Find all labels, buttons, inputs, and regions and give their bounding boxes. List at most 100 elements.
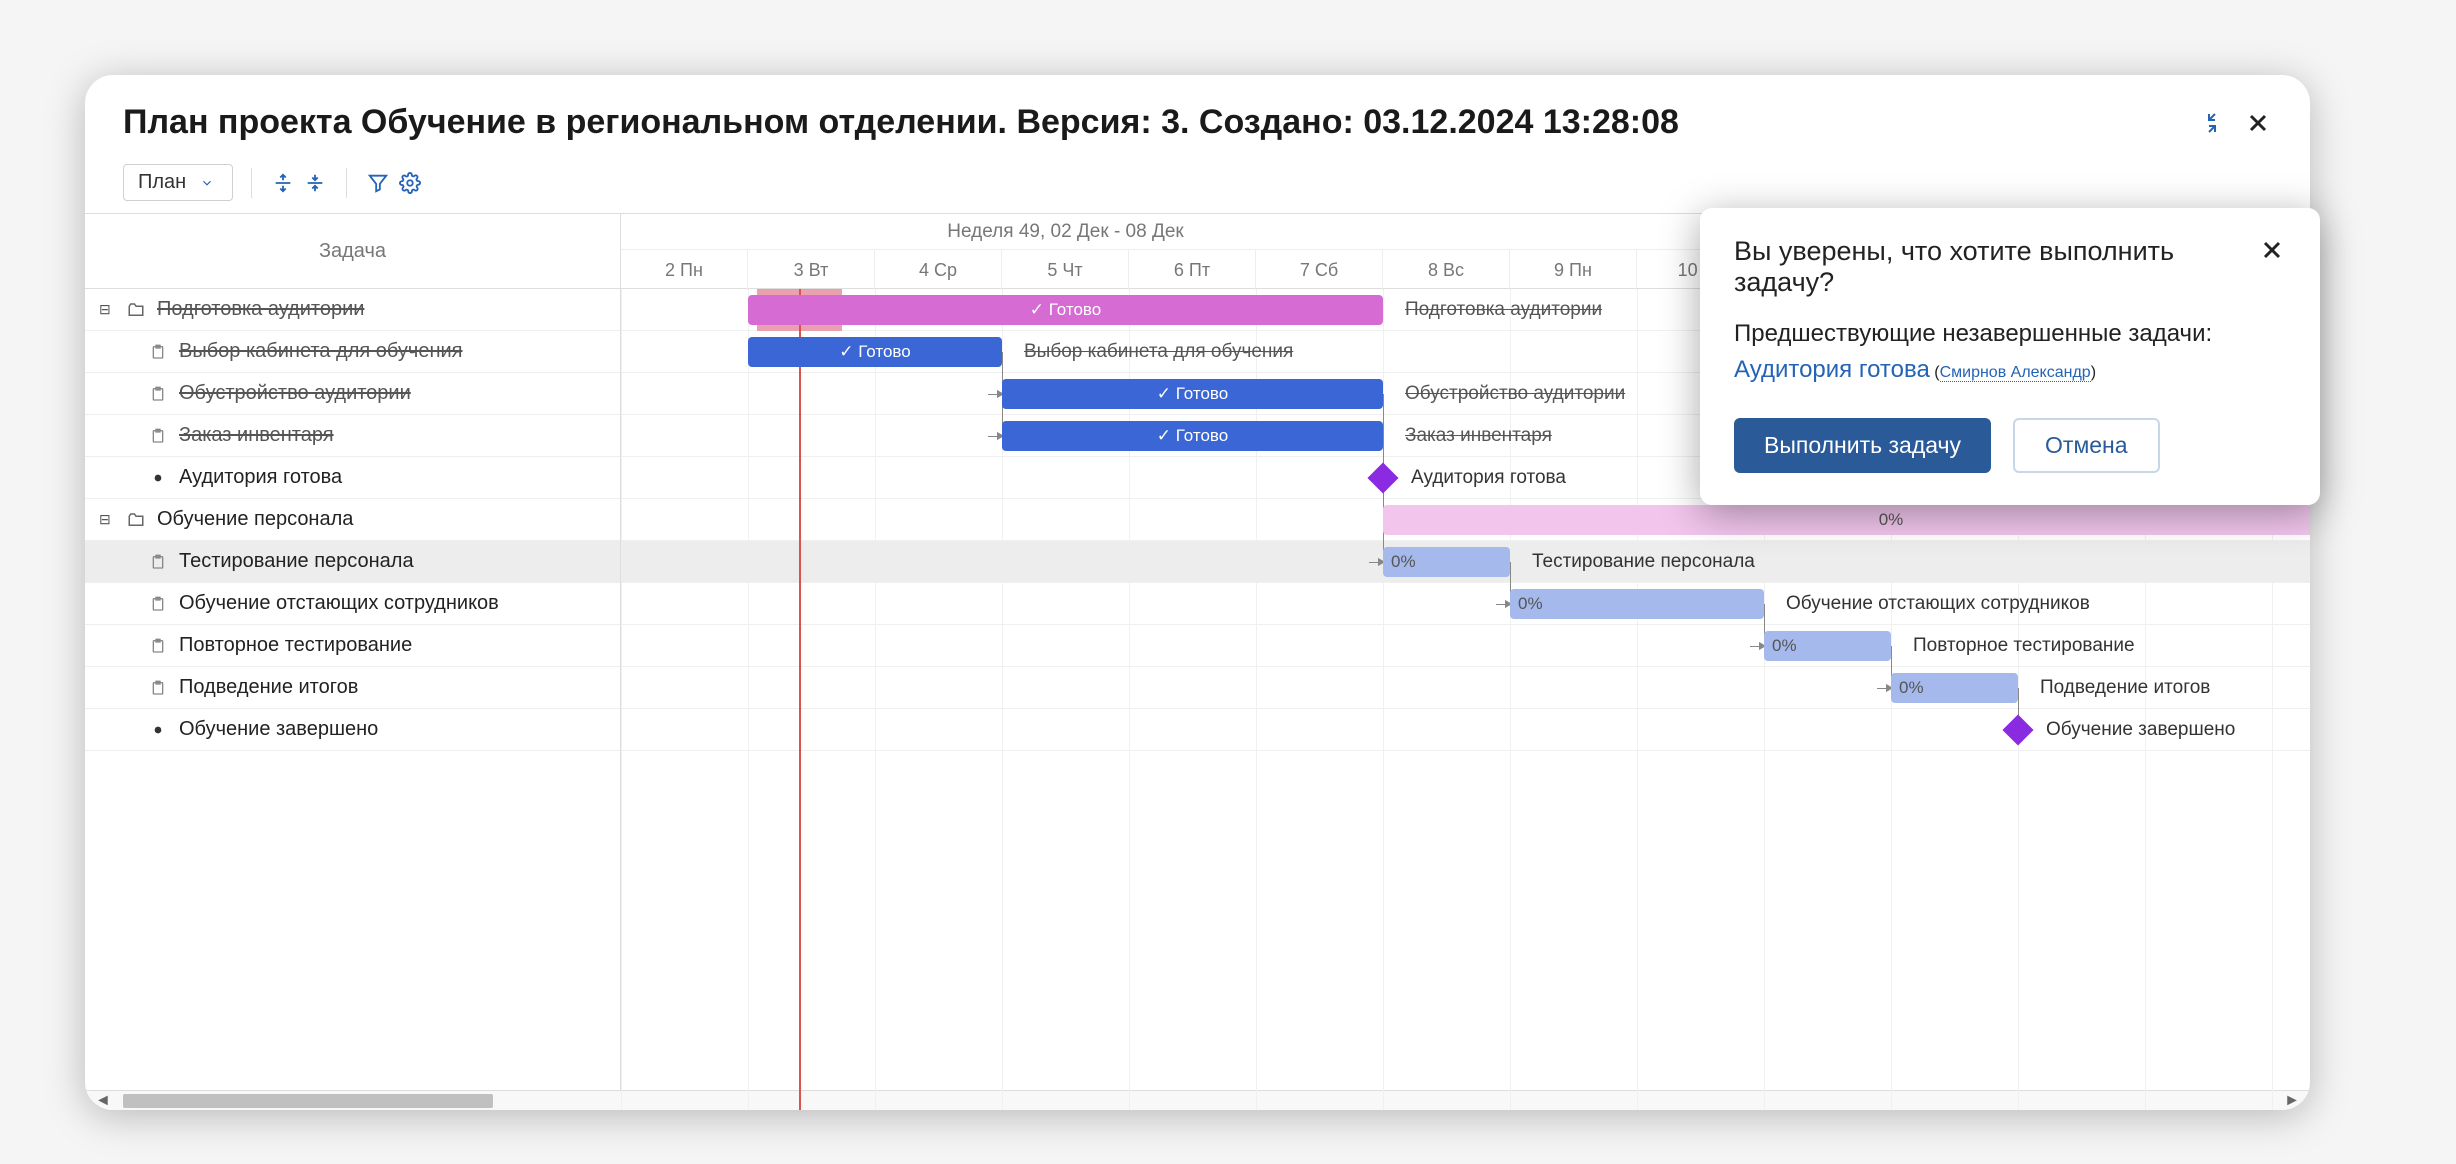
day-cell: 4 Ср: [875, 250, 1002, 290]
task-icon: [147, 679, 169, 697]
assignee-link[interactable]: Смирнов Александр: [1940, 364, 2091, 382]
task-row[interactable]: Обучение отстающих сотрудников: [85, 583, 620, 625]
task-name: Подготовка аудитории: [157, 298, 364, 321]
day-cell: 6 Пт: [1129, 250, 1256, 290]
timeline-row: Обучение завершено: [621, 709, 2310, 751]
task-icon: [147, 637, 169, 655]
window-title: План проекта Обучение в региональном отд…: [123, 103, 2200, 142]
day-cell: 3 Вт: [748, 250, 875, 290]
task-row[interactable]: Повторное тестирование: [85, 625, 620, 667]
gantt-bar[interactable]: ✓ ГотовоОбустройство аудитории: [1002, 379, 1383, 409]
task-name: Обустройство аудитории: [179, 382, 411, 405]
day-cell: 9 Пн: [1510, 250, 1637, 290]
bar-label: Обучение отстающих сотрудников: [1786, 593, 2090, 615]
confirm-button[interactable]: Выполнить задачу: [1734, 418, 1991, 473]
bar-text: ✓ Готово: [839, 342, 910, 362]
bar-text: ✓ Готово: [1157, 426, 1228, 446]
close-icon[interactable]: [2244, 109, 2272, 137]
day-cell: 5 Чт: [1002, 250, 1129, 290]
task-icon: [147, 427, 169, 445]
toolbar: План: [85, 158, 2310, 213]
chevron-down-icon: [200, 176, 214, 190]
milestone-marker[interactable]: [1367, 462, 1398, 493]
task-row[interactable]: Выбор кабинета для обучения: [85, 331, 620, 373]
week-label: Неделя 49, 02 Дек - 08 Дек: [621, 221, 1510, 243]
bar-text: ✓ Готово: [1030, 300, 1101, 320]
bar-text: 0%: [1391, 552, 1416, 572]
timeline-row: 0%Обучение персонала: [621, 499, 2310, 541]
collapse-toggle-icon[interactable]: ⊟: [99, 301, 119, 318]
task-row[interactable]: Обустройство аудитории: [85, 373, 620, 415]
task-name: Обучение персонала: [157, 508, 353, 531]
cancel-button[interactable]: Отмена: [2013, 418, 2160, 473]
view-dropdown[interactable]: План: [123, 164, 233, 201]
bar-label: Заказ инвентаря: [1405, 425, 1552, 447]
filter-icon[interactable]: [365, 170, 391, 196]
gantt-bar[interactable]: 0%Подведение итогов: [1891, 673, 2018, 703]
task-row[interactable]: Заказ инвентаря: [85, 415, 620, 457]
task-icon: [147, 343, 169, 361]
bar-text: 0%: [1879, 510, 1904, 530]
day-cell: 8 Вс: [1383, 250, 1510, 290]
task-row[interactable]: Тестирование персонала: [85, 541, 620, 583]
pending-task-link[interactable]: Аудитория готова: [1734, 356, 1930, 383]
task-row[interactable]: Аудитория готова: [85, 457, 620, 499]
gantt-bar[interactable]: ✓ ГотовоПодготовка аудитории: [748, 295, 1383, 325]
bar-text: 0%: [1899, 678, 1924, 698]
gantt-bar[interactable]: ✓ ГотовоВыбор кабинета для обучения: [748, 337, 1002, 367]
collapse-toggle-icon[interactable]: ⊟: [99, 511, 119, 528]
timeline-row: 0% Подведение итогов: [621, 667, 2310, 709]
bar-label: Выбор кабинета для обучения: [1024, 341, 1293, 363]
bar-label: Подведение итогов: [2040, 677, 2210, 699]
task-name: Заказ инвентаря: [179, 424, 334, 447]
timeline-row: 0% Обучение отстающих сотрудников: [621, 583, 2310, 625]
bar-label: Обучение завершено: [2046, 719, 2235, 741]
bar-label: Повторное тестирование: [1913, 635, 2135, 657]
gantt-bar[interactable]: 0%Обучение отстающих сотрудников: [1510, 589, 1764, 619]
day-cell: 7 Сб: [1256, 250, 1383, 290]
task-name: Тестирование персонала: [179, 550, 414, 573]
divider: [251, 168, 252, 198]
task-row[interactable]: ⊟ Обучение персонала: [85, 499, 620, 541]
gantt-bar[interactable]: 0%Обучение персонала: [1383, 505, 2310, 535]
task-row[interactable]: Обучение завершено: [85, 709, 620, 751]
task-row[interactable]: ⊟ Подготовка аудитории: [85, 289, 620, 331]
bar-text: ✓ Готово: [1157, 384, 1228, 404]
task-column-header: Задача: [85, 213, 620, 289]
task-name: Обучение отстающих сотрудников: [179, 592, 499, 615]
bar-label: Тестирование персонала: [1532, 551, 1755, 573]
bar-text: 0%: [1518, 594, 1543, 614]
task-row[interactable]: Подведение итогов: [85, 667, 620, 709]
bar-text: 0%: [1772, 636, 1797, 656]
day-cell: 2 Пн: [621, 250, 748, 290]
divider: [346, 168, 347, 198]
task-icon: [147, 595, 169, 613]
scroll-thumb[interactable]: [123, 1094, 493, 1108]
bar-label: Обустройство аудитории: [1405, 383, 1625, 405]
gear-icon[interactable]: [397, 170, 423, 196]
window-actions: [2200, 109, 2272, 137]
collapse-icon[interactable]: [2200, 111, 2224, 135]
gantt-bar[interactable]: 0%Тестирование персонала: [1383, 547, 1510, 577]
dialog-title: Вы уверены, что хотите выполнить задачу?: [1734, 236, 2258, 298]
task-name: Выбор кабинета для обучения: [179, 340, 463, 363]
task-name: Аудитория готова: [179, 466, 342, 489]
milestone-marker[interactable]: [2002, 714, 2033, 745]
task-name: Повторное тестирование: [179, 634, 412, 657]
dialog-subtitle: Предшествующие незавершенные задачи:: [1734, 320, 2286, 348]
gantt-bar[interactable]: ✓ ГотовоЗаказ инвентаря: [1002, 421, 1383, 451]
expand-all-icon[interactable]: [270, 170, 296, 196]
dialog-close-icon[interactable]: [2258, 236, 2286, 264]
timeline-row: 0% Повторное тестирование: [621, 625, 2310, 667]
timeline-row: 0% Тестирование персонала: [621, 541, 2310, 583]
task-icon: [147, 385, 169, 403]
view-dropdown-label: План: [138, 171, 186, 194]
confirm-dialog: Вы уверены, что хотите выполнить задачу?…: [1700, 208, 2320, 505]
scroll-left-icon[interactable]: ◄: [95, 1092, 111, 1110]
folder-icon: [125, 511, 147, 529]
bar-label: Подготовка аудитории: [1405, 299, 1602, 321]
gantt-bar[interactable]: 0%Повторное тестирование: [1764, 631, 1891, 661]
window-header: План проекта Обучение в региональном отд…: [85, 75, 2310, 158]
collapse-all-icon[interactable]: [302, 170, 328, 196]
task-icon: [147, 553, 169, 571]
